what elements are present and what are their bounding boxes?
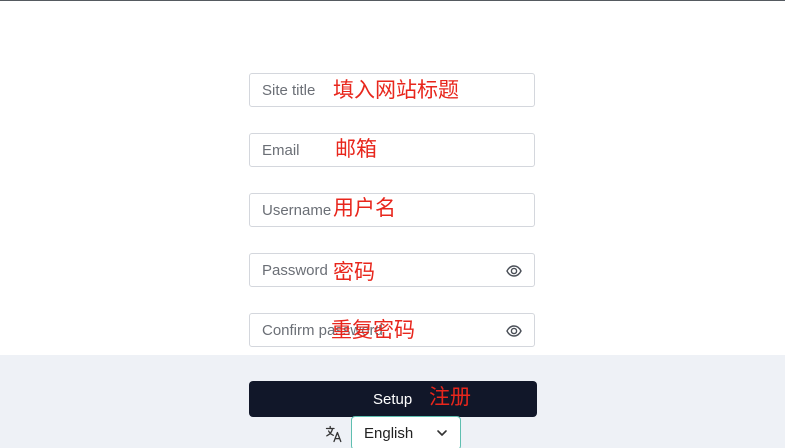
chevron-down-icon [437, 430, 447, 436]
site-title-field [249, 73, 535, 107]
email-field [249, 133, 535, 167]
password-field [249, 253, 535, 287]
confirm-password-field [249, 313, 535, 347]
site-title-input[interactable] [250, 74, 534, 106]
language-selected-value: English [364, 425, 414, 442]
setup-button-label: Setup [373, 391, 413, 408]
confirm-password-input[interactable] [250, 314, 534, 346]
setup-button[interactable]: Setup 注册 [249, 381, 537, 417]
setup-annotation: 注册 [429, 385, 471, 409]
form-area [0, 1, 785, 355]
language-select[interactable]: English [351, 416, 461, 448]
translate-icon [325, 425, 342, 443]
email-input[interactable] [250, 134, 534, 166]
eye-icon[interactable] [506, 323, 522, 339]
password-input[interactable] [250, 254, 534, 286]
username-input[interactable] [250, 194, 534, 226]
username-field [249, 193, 535, 227]
eye-icon[interactable] [506, 263, 522, 279]
setup-page: 填入网站标题 邮箱 用户名 密码 重复密码 Setup 注册 English [0, 0, 785, 448]
